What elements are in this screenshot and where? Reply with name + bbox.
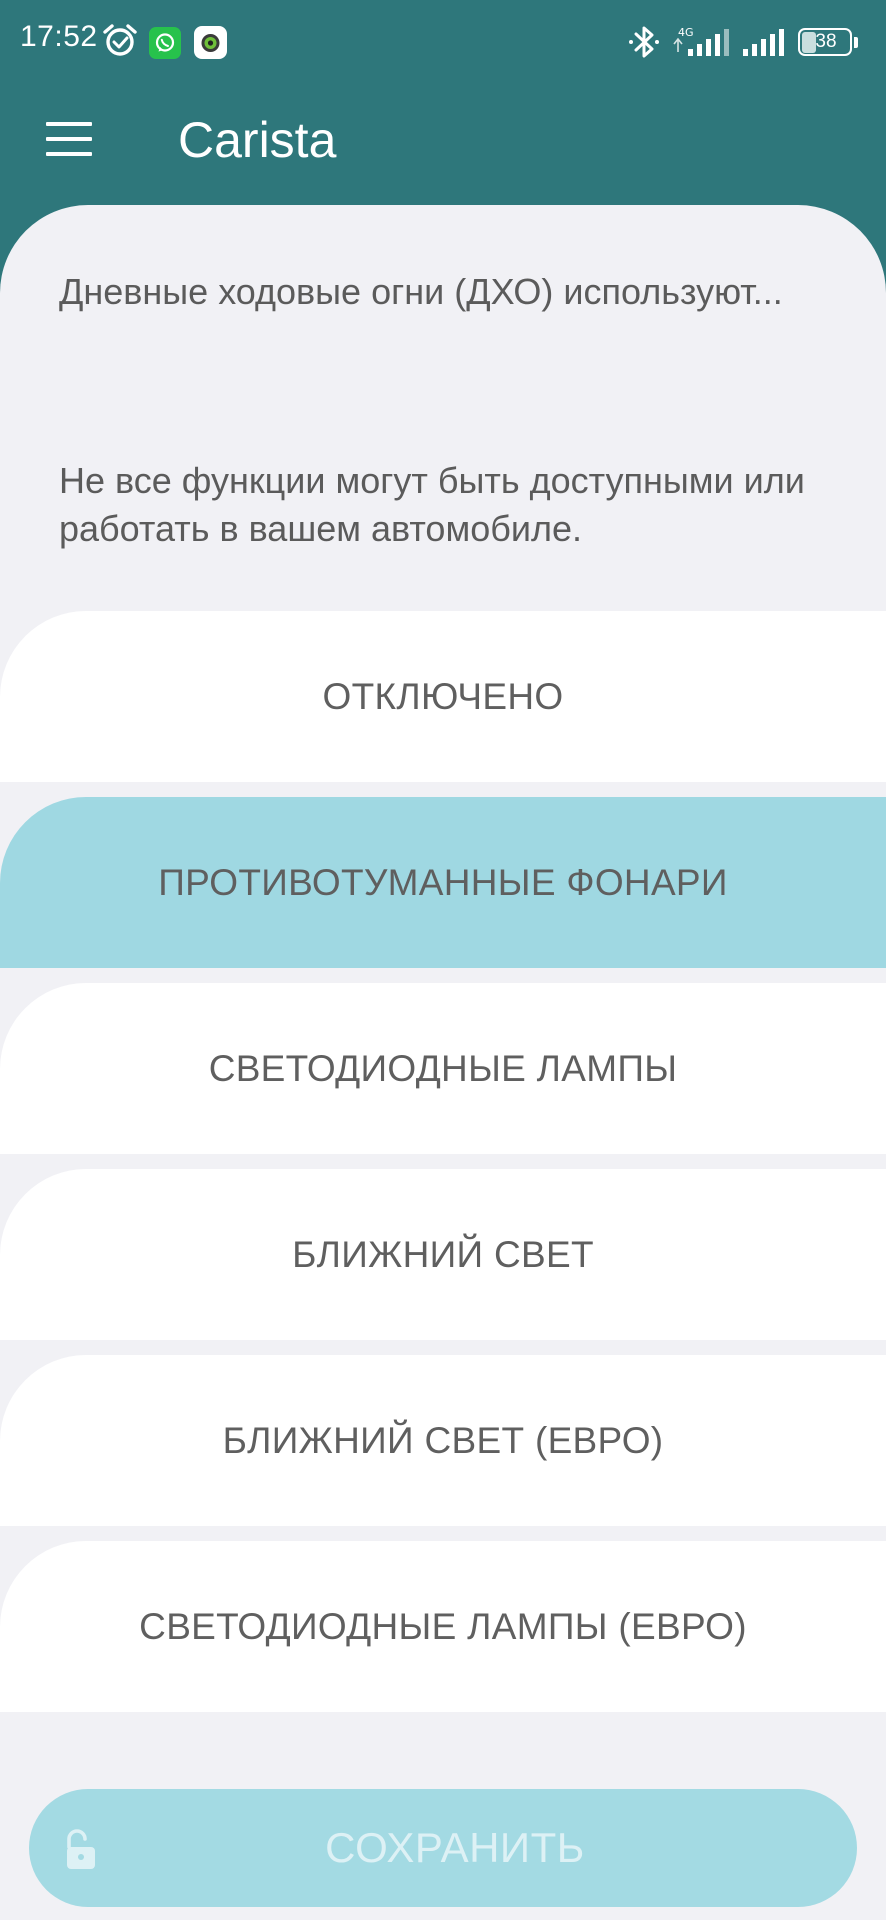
alarm-icon (103, 24, 137, 56)
content-sheet: Дневные ходовые огни (ДХО) используют...… (0, 205, 886, 1920)
option-label: ПРОТИВОТУМАННЫЕ ФОНАРИ (158, 861, 728, 903)
option-led-lamps-euro[interactable]: СВЕТОДИОДНЫЕ ЛАМПЫ (ЕВРО) (0, 1541, 886, 1712)
disclaimer-text: Не все функции могут быть доступными или… (59, 460, 805, 549)
unlock-icon (67, 1829, 95, 1869)
bluetooth-icon (629, 26, 659, 58)
option-list: ОТКЛЮЧЕНО ПРОТИВОТУМАННЫЕ ФОНАРИ СВЕТОДИ… (0, 611, 886, 1727)
option-low-beam-euro[interactable]: БЛИЖНИЙ СВЕТ (ЕВРО) (0, 1355, 886, 1526)
battery-icon: 38 (798, 28, 858, 56)
option-off[interactable]: ОТКЛЮЧЕНО (0, 611, 886, 782)
option-led-lamps[interactable]: СВЕТОДИОДНЫЕ ЛАМПЫ (0, 983, 886, 1154)
status-time: 17:52 (20, 20, 98, 53)
hamburger-menu-icon[interactable] (28, 112, 108, 168)
network-type-label: 4G (678, 26, 694, 39)
option-label: БЛИЖНИЙ СВЕТ (ЕВРО) (222, 1419, 664, 1461)
save-button[interactable]: СОХРАНИТЬ (29, 1789, 857, 1907)
option-low-beam[interactable]: БЛИЖНИЙ СВЕТ (0, 1169, 886, 1340)
save-label: СОХРАНИТЬ (325, 1824, 585, 1871)
option-label: СВЕТОДИОДНЫЕ ЛАМПЫ (ЕВРО) (139, 1605, 747, 1647)
setting-name: Дневные ходовые огни (ДХО) используют... (59, 271, 783, 312)
option-label: БЛИЖНИЙ СВЕТ (292, 1233, 594, 1275)
signal-icon-2 (743, 29, 784, 56)
app-bar: Carista (0, 86, 886, 206)
option-label: СВЕТОДИОДНЫЕ ЛАМПЫ (208, 1047, 678, 1089)
signal-icon: 4G (673, 26, 729, 56)
battery-level: 38 (815, 31, 837, 52)
app-title: Carista (178, 112, 337, 168)
option-label: ОТКЛЮЧЕНО (322, 675, 564, 717)
status-bar: 17:52 4G 38 (0, 0, 886, 86)
camera-app-icon (194, 26, 227, 59)
option-fog-lights[interactable]: ПРОТИВОТУМАННЫЕ ФОНАРИ (0, 797, 886, 968)
whatsapp-icon (149, 27, 181, 59)
